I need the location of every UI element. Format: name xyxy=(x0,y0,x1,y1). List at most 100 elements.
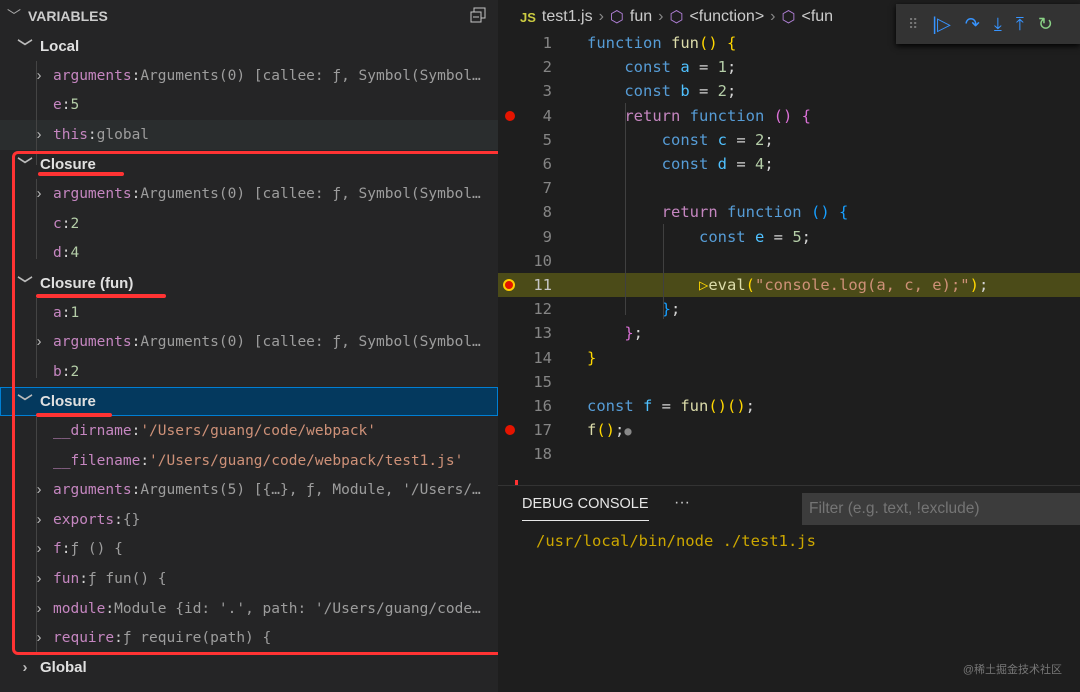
variables-header[interactable]: ﹀ VARIABLES xyxy=(0,0,498,32)
chevron-down-icon[interactable]: ﹀ xyxy=(16,36,34,57)
code-token: = xyxy=(727,155,755,174)
chevron-down-icon[interactable]: ﹀ xyxy=(16,154,34,175)
chevron-right-icon[interactable]: › xyxy=(30,571,48,587)
debug-toolbar: ⠿ |▷ ↷ ⤓ ⤒ ↻ xyxy=(896,4,1080,44)
code-editor[interactable]: JS test1.js › ⬡ fun › ⬡ <function> › ⬡ <fun… xyxy=(498,0,1080,480)
chevron-right-icon[interactable]: › xyxy=(30,541,48,557)
code-text: } xyxy=(587,349,596,367)
tab-debug-console[interactable]: DEBUG CONSOLE xyxy=(522,496,649,521)
breadcrumb-file[interactable]: test1.js xyxy=(542,8,593,26)
variable-row[interactable]: › arguments: Arguments(0) [callee: ƒ, Sym… xyxy=(0,328,498,358)
variable-value: ƒ fun() { xyxy=(87,571,167,588)
more-actions-icon[interactable]: ··· xyxy=(674,494,690,512)
step-over-icon[interactable]: ↷ xyxy=(965,14,980,35)
variable-name: e xyxy=(53,97,62,114)
chevron-down-icon[interactable]: ﹀ xyxy=(16,273,34,294)
chevron-down-icon[interactable]: ﹀ xyxy=(16,391,34,412)
continue-icon[interactable]: |▷ xyxy=(932,14,951,35)
code-line[interactable]: 12 }; xyxy=(498,297,1080,321)
chevron-right-icon[interactable]: › xyxy=(30,127,48,143)
restart-icon[interactable]: ↻ xyxy=(1038,14,1053,35)
variable-row[interactable]: › fun: ƒ fun() { xyxy=(0,564,498,594)
scope-row[interactable]: ﹀ Closure xyxy=(0,386,498,417)
scope-row[interactable]: › Global xyxy=(0,653,498,683)
variable-row[interactable]: › arguments: Arguments(0) [callee: ƒ, Sym… xyxy=(0,61,498,91)
chevron-right-icon[interactable]: › xyxy=(16,659,34,676)
separator: : xyxy=(131,482,141,499)
separator: : xyxy=(105,600,115,617)
code-line[interactable]: 11 ▷eval("console.log(a, c, e);"); xyxy=(498,273,1080,298)
code-line[interactable]: 14} xyxy=(498,346,1080,370)
separator: : xyxy=(131,423,141,440)
code-text: const a = 1; xyxy=(587,58,736,76)
code-line[interactable]: 4 return function () { xyxy=(498,104,1080,128)
scope-row[interactable]: ﹀ Local xyxy=(0,32,498,62)
breadcrumb-item[interactable]: fun xyxy=(630,8,652,26)
line-number: 8 xyxy=(542,203,552,222)
drag-handle-icon[interactable]: ⠿ xyxy=(908,16,918,33)
code-text: const f = fun()(); xyxy=(587,397,755,415)
breakpoint-icon[interactable] xyxy=(505,110,515,121)
code-line[interactable]: 5 const c = 2; xyxy=(498,128,1080,152)
chevron-right-icon[interactable]: › xyxy=(30,186,48,202)
code-token: 2 xyxy=(755,130,765,149)
code-token: } xyxy=(587,324,634,343)
variable-row[interactable]: › exports: {} xyxy=(0,505,498,535)
variable-row[interactable]: › arguments: Arguments(5) [{…}, ƒ, Module… xyxy=(0,476,498,506)
code-line[interactable]: 7 xyxy=(498,176,1080,200)
variable-row[interactable]: __dirname: '/Users/guang/code/webpack' xyxy=(0,416,498,446)
separator: : xyxy=(61,97,71,114)
variable-row[interactable]: a: 1 xyxy=(0,298,498,328)
console-filter-input[interactable] xyxy=(802,493,1080,525)
code-line[interactable]: 13 }; xyxy=(498,321,1080,345)
scope-label: Global xyxy=(40,659,87,677)
variable-row[interactable]: › require: ƒ require(path) { xyxy=(0,624,498,654)
code-line[interactable]: 2 const a = 1; xyxy=(498,55,1080,79)
chevron-right-icon[interactable]: › xyxy=(30,601,48,617)
indent-guide xyxy=(36,61,37,165)
code-token: const xyxy=(587,130,718,149)
separator: : xyxy=(140,452,150,469)
step-out-icon[interactable]: ⤒ xyxy=(1016,14,1024,35)
code-line[interactable]: 8 return function () { xyxy=(498,200,1080,224)
variable-row[interactable]: b: 2 xyxy=(0,357,498,387)
code-line[interactable]: 18 xyxy=(498,442,1080,466)
chevron-right-icon[interactable]: › xyxy=(30,68,48,84)
code-line[interactable]: 6 const d = 4; xyxy=(498,152,1080,176)
code-token: "console.log(a, c, e);" xyxy=(755,276,970,295)
variable-row[interactable]: › f: ƒ () { xyxy=(0,535,498,565)
variable-row[interactable]: d: 4 xyxy=(0,239,498,269)
code-token: return xyxy=(587,106,690,125)
variable-row[interactable]: › arguments: Arguments(0) [callee: ƒ, Sym… xyxy=(0,180,498,210)
line-number: 9 xyxy=(542,227,552,246)
breakpoint-icon[interactable] xyxy=(503,279,515,291)
breadcrumb-item[interactable]: <function> xyxy=(689,8,764,26)
variable-row[interactable]: e: 5 xyxy=(0,91,498,121)
step-into-icon[interactable]: ⤓ xyxy=(994,14,1002,35)
code-line[interactable]: 3 const b = 2; xyxy=(498,79,1080,103)
code-token: ● xyxy=(624,424,632,439)
variable-row[interactable]: › module: Module {id: '.', path: '/Users/… xyxy=(0,594,498,624)
chevron-right-icon[interactable]: › xyxy=(30,334,48,350)
variable-name: f xyxy=(53,541,62,558)
code-token: { xyxy=(838,203,849,222)
line-number: 7 xyxy=(542,179,552,198)
variable-row[interactable]: › this: global xyxy=(0,120,498,150)
collapse-all-icon[interactable] xyxy=(470,7,486,23)
line-number: 6 xyxy=(542,155,552,174)
variable-row[interactable]: __filename: '/Users/guang/code/webpack/t… xyxy=(0,446,498,476)
variable-row[interactable]: c: 2 xyxy=(0,209,498,239)
code-line[interactable]: 9 const e = 5; xyxy=(498,225,1080,249)
code-line[interactable]: 10 xyxy=(498,249,1080,273)
chevron-right-icon[interactable]: › xyxy=(30,630,48,646)
code-line[interactable]: 16 const f = fun()(); xyxy=(498,394,1080,418)
variable-name: fun xyxy=(53,571,80,588)
chevron-right-icon[interactable]: › xyxy=(30,512,48,528)
code-line[interactable]: 17 f();● xyxy=(498,418,1080,442)
line-number: 13 xyxy=(533,324,552,343)
chevron-right-icon[interactable]: › xyxy=(30,482,48,498)
breadcrumb: JS test1.js › ⬡ fun › ⬡ <function> › ⬡ <fun xyxy=(520,4,833,30)
breadcrumb-item[interactable]: <fun xyxy=(801,8,833,26)
code-token: c xyxy=(717,130,727,149)
code-line[interactable]: 15 xyxy=(498,370,1080,394)
